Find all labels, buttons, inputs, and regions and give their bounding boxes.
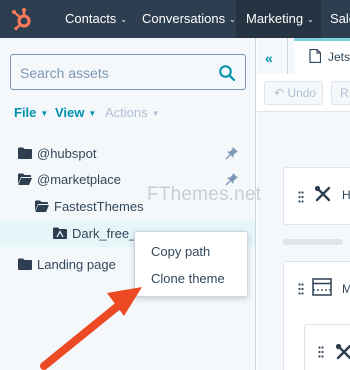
file-tab[interactable]: Jets	[294, 38, 350, 74]
folder-open-icon	[35, 200, 49, 212]
drag-handle-icon[interactable]	[318, 346, 324, 358]
theme-folder-icon	[53, 227, 67, 239]
menu-item-clone-theme[interactable]: Clone theme	[151, 271, 225, 286]
tree-item-hubspot[interactable]: @hubspot	[0, 141, 255, 167]
chevron-down-icon: ⌄	[229, 15, 236, 24]
undo-button[interactable]: ↶ Undo	[264, 81, 323, 105]
actions-menu-label: Actions	[105, 105, 148, 120]
watermark: FThemes.net	[147, 184, 262, 205]
search-assets-input[interactable]: Search assets	[10, 54, 246, 90]
nav-sales[interactable]: Sale	[330, 0, 350, 38]
view-menu-label: View	[55, 105, 85, 120]
tree-item-label: Landing page	[37, 257, 116, 272]
folder-open-icon	[18, 173, 32, 185]
search-placeholder: Search assets	[20, 65, 109, 81]
nav-contacts-label: Contacts	[65, 11, 117, 26]
editor-toolbar: ↶ Undo R	[257, 74, 350, 112]
section-card[interactable]: M	[283, 261, 350, 370]
hubspot-logo-icon[interactable]	[10, 7, 34, 31]
folder-icon	[18, 258, 32, 270]
tree-item-label: @marketplace	[37, 172, 122, 187]
file-menu-button[interactable]: File ▼	[14, 105, 48, 120]
editor-panel: « Jets ↶ Undo R H M	[257, 38, 350, 370]
tree-item-label: Dark_free_	[72, 226, 137, 241]
file-tab-label: Jets	[328, 50, 350, 64]
wrench-screwdriver-icon	[335, 343, 350, 360]
caret-down-icon: ▼	[151, 109, 160, 118]
context-menu: Copy path Clone theme	[134, 231, 248, 297]
undo-icon: ↶	[274, 86, 285, 100]
top-navigation: Contacts⌄ Conversations⌄ Marketing⌄ Sale	[0, 0, 350, 38]
menu-item-copy-path[interactable]: Copy path	[151, 244, 210, 259]
collapse-sidebar-icon[interactable]: «	[265, 50, 273, 66]
nested-module-card[interactable]	[304, 324, 350, 370]
nav-sales-label: Sale	[330, 11, 350, 26]
nav-conversations-label: Conversations	[142, 11, 226, 26]
nav-contacts[interactable]: Contacts ⌄	[65, 0, 127, 38]
caret-down-icon: ▼	[88, 109, 97, 118]
nav-conversations[interactable]: Conversations ⌄	[142, 0, 236, 38]
drag-handle-icon[interactable]	[298, 191, 304, 203]
actions-menu-button[interactable]: Actions ▼	[105, 105, 160, 120]
drag-handle-icon[interactable]	[298, 283, 304, 295]
search-icon[interactable]	[218, 64, 236, 82]
file-menu-label: File	[14, 105, 37, 120]
module-card[interactable]: H	[283, 167, 350, 225]
chevron-down-icon: ⌄	[307, 15, 314, 24]
nav-marketing-label: Marketing	[246, 11, 304, 26]
chevron-down-icon: ⌄	[120, 15, 128, 24]
pin-icon[interactable]	[225, 146, 239, 160]
divider	[287, 38, 288, 74]
horizontal-scrollbar[interactable]	[283, 239, 343, 245]
file-icon	[309, 49, 321, 63]
wrench-screwdriver-icon	[314, 185, 331, 202]
caret-down-icon: ▼	[40, 109, 49, 118]
view-menu-button[interactable]: View ▼	[55, 105, 96, 120]
folder-icon	[18, 147, 32, 159]
tree-item-label: FastestThemes	[54, 199, 144, 214]
nav-marketing[interactable]: Marketing ⌄	[236, 0, 321, 38]
redo-label: R	[340, 86, 349, 100]
section-layout-icon	[312, 278, 332, 296]
undo-label: Undo	[287, 86, 317, 100]
module-card-label: H	[342, 188, 350, 202]
tree-item-label: @hubspot	[37, 146, 97, 161]
section-card-label: M	[342, 282, 350, 296]
redo-button[interactable]: R	[331, 81, 350, 105]
